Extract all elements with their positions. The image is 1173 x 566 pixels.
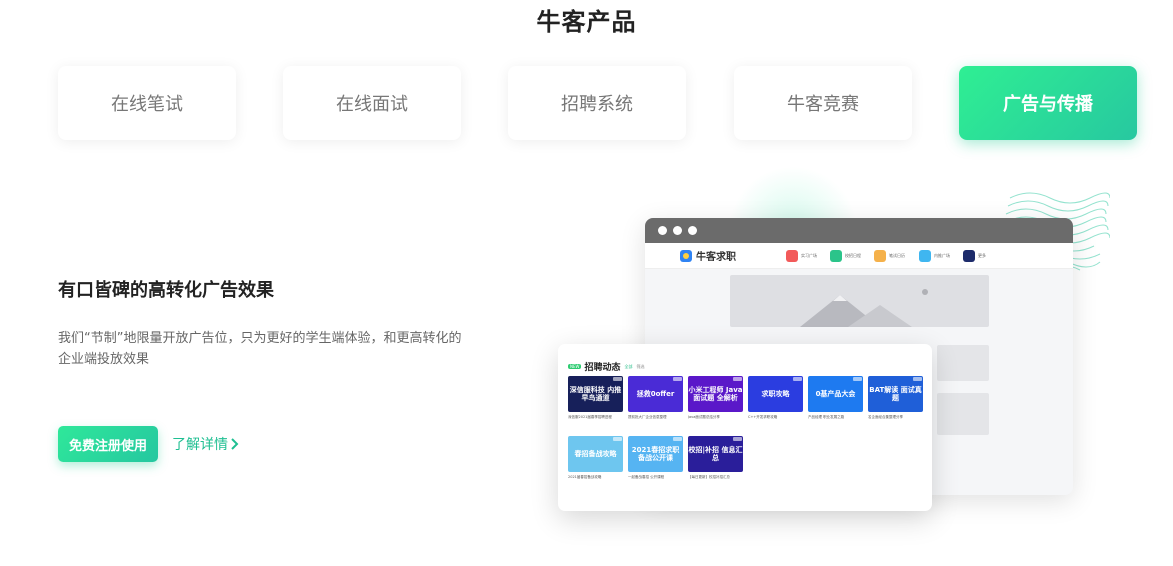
logo-icon — [680, 249, 692, 262]
window-dot-icon — [658, 226, 667, 235]
card-caption: 深信服2021届春季招聘进程 — [568, 415, 612, 419]
news-card: 春招备战攻略 2021届春招备战攻略 — [568, 436, 623, 486]
site-navbar: 牛客求职 实习广场 校招日程 笔试日历 内推广场 更多 — [645, 243, 1073, 269]
card-thumbnail: 0基产品大会 — [808, 376, 863, 412]
news-card: 校招|补招 信息汇总【每日更新】校招补招汇总 — [688, 436, 743, 486]
news-card: BAT解读 面试真题名企面经合集整理分享 — [868, 376, 923, 426]
site-logo: 牛客求职 — [680, 248, 736, 263]
card-title: 拯救0offer — [636, 390, 675, 398]
card-caption: Java面试题总结分享 — [688, 415, 720, 419]
card-title: 校招|补招 信息汇总 — [688, 446, 743, 462]
card-thumbnail: 深信服科技 内推早鸟通道 — [568, 376, 623, 412]
popup-title: 招聘动态 — [584, 363, 621, 373]
card-thumbnail: 小米工程师 Java面试题 全解析 — [688, 376, 743, 412]
card-caption: 名企面经合集整理分享 — [868, 415, 903, 419]
news-card: 深信服科技 内推早鸟通道深信服2021届春季招聘进程 — [568, 376, 623, 426]
nav-item: 内推广场 — [919, 250, 950, 262]
card-title: 春招备战攻略 — [574, 450, 617, 458]
tab-online-interview[interactable]: 在线面试 — [283, 66, 461, 140]
popup-header: NEW 招聘动态 全部 筛选 — [568, 360, 645, 373]
news-card: 2021春招求职 备战公开课一起备战春招 公开课程 — [628, 436, 683, 486]
recruitment-news-popup: NEW 招聘动态 全部 筛选 深信服科技 内推早鸟通道深信服2021届春季招聘进… — [558, 344, 932, 511]
learn-more-label: 了解详情 — [172, 437, 228, 453]
news-card: 小米工程师 Java面试题 全解析 Java面试题总结分享 — [688, 376, 743, 426]
nav-item: 更多 — [963, 250, 986, 262]
card-tag — [913, 377, 922, 381]
register-button[interactable]: 免费注册使用 — [58, 426, 158, 462]
card-tag — [793, 377, 802, 381]
card-caption: 提前批大厂企业信息整理 — [628, 415, 667, 419]
popup-tab-all: 全部 — [624, 363, 633, 369]
news-card: 拯救0offer 提前批大厂企业信息整理 — [628, 376, 683, 426]
card-thumbnail: 拯救0offer — [628, 376, 683, 412]
window-dot-icon — [673, 226, 682, 235]
card-title: 0基产品大会 — [815, 390, 856, 398]
card-tag — [733, 377, 742, 381]
tab-competition[interactable]: 牛客竞赛 — [734, 66, 912, 140]
card-title: BAT解读 面试真题 — [869, 386, 922, 402]
card-thumbnail: 春招备战攻略 — [568, 436, 623, 472]
placeholder-card — [937, 345, 989, 381]
card-thumbnail: 2021春招求职 备战公开课 — [628, 436, 683, 472]
card-title: 求职攻略 — [761, 390, 790, 398]
hero-image-placeholder — [730, 275, 989, 327]
tab-advertising[interactable]: 广告与传播 — [959, 66, 1137, 140]
section-title: 牛客产品 — [536, 8, 637, 36]
card-tag — [673, 377, 682, 381]
learn-more-link[interactable]: 了解详情 — [172, 434, 240, 454]
card-tag — [673, 437, 682, 441]
card-tag — [853, 377, 862, 381]
card-caption: 产品经理 职业发展之路 — [808, 415, 845, 419]
card-caption: 一起备战春招 公开课程 — [628, 475, 665, 479]
nav-item: 笔试日历 — [874, 250, 905, 262]
news-card: 0基产品大会产品经理 职业发展之路 — [808, 376, 863, 426]
card-title: 深信服科技 内推早鸟通道 — [569, 386, 622, 402]
card-caption: 【每日更新】校招补招汇总 — [688, 475, 730, 479]
window-dot-icon — [688, 226, 697, 235]
card-title: 小米工程师 Java面试题 全解析 — [688, 386, 743, 402]
browser-titlebar — [645, 218, 1073, 243]
tab-online-exam[interactable]: 在线笔试 — [58, 66, 236, 140]
card-caption: C++开发求职攻略 — [748, 415, 778, 419]
card-thumbnail: 求职攻略 — [748, 376, 803, 412]
card-tag — [613, 437, 622, 441]
nav-item-icon — [786, 250, 798, 262]
tab-recruitment-system[interactable]: 招聘系统 — [508, 66, 686, 140]
card-thumbnail: BAT解读 面试真题 — [868, 376, 923, 412]
content-headline: 有口皆碑的高转化广告效果 — [58, 280, 274, 301]
nav-item-icon — [830, 250, 842, 262]
product-tabs: 在线笔试 在线面试 招聘系统 牛客竞赛 广告与传播 — [58, 66, 1138, 140]
card-caption: 2021届春招备战攻略 — [568, 475, 602, 479]
nav-item-icon — [919, 250, 931, 262]
nav-item-icon — [874, 250, 886, 262]
mountain-image-icon — [800, 289, 928, 327]
site-name: 牛客求职 — [696, 252, 736, 263]
placeholder-card — [937, 393, 989, 435]
content-panel: 有口皆碑的高转化广告效果 我们“节制”地限量开放广告位，只为更好的学生端体验，和… — [58, 276, 468, 462]
card-title: 2021春招求职 备战公开课 — [631, 446, 680, 462]
content-description: 我们“节制”地限量开放广告位，只为更好的学生端体验，和更高转化的企业端投放效果 — [58, 331, 462, 367]
news-card: 求职攻略 C++开发求职攻略 — [748, 376, 803, 426]
card-tag — [613, 377, 622, 381]
popup-tab-filter: 筛选 — [636, 363, 645, 369]
new-badge: NEW — [568, 364, 582, 369]
more-icon — [963, 250, 975, 262]
nav-item: 实习广场 — [786, 250, 817, 262]
card-thumbnail: 校招|补招 信息汇总 — [688, 436, 743, 472]
nav-item: 校招日程 — [830, 250, 861, 262]
chevron-right-icon — [231, 438, 239, 450]
card-tag — [733, 437, 742, 441]
